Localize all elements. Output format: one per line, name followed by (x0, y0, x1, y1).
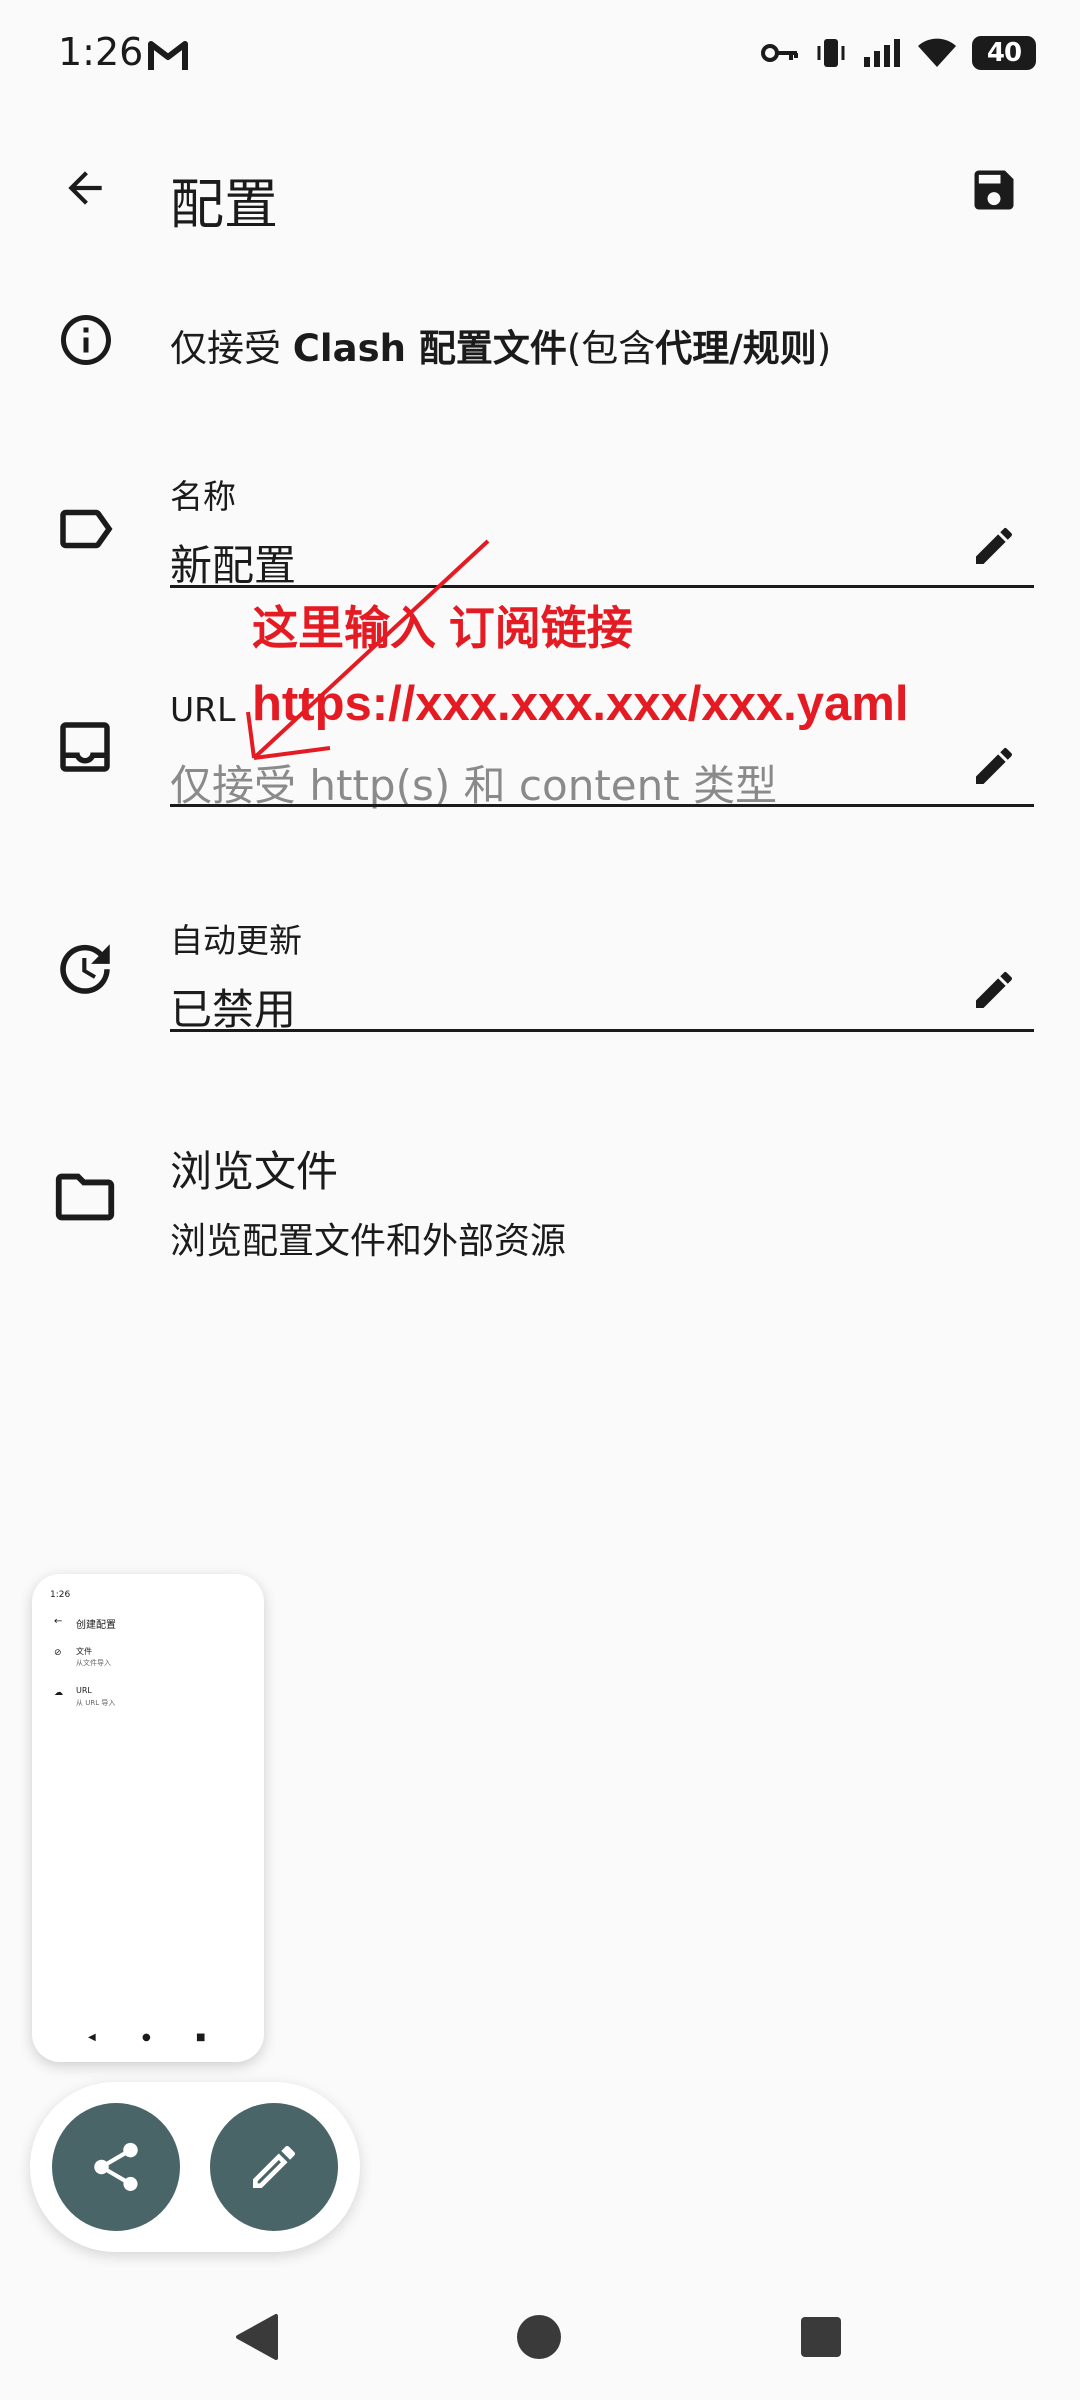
auto-update-underline (170, 1029, 1034, 1032)
nav-recents-button[interactable] (800, 2316, 842, 2358)
annotation-arrow (0, 0, 1080, 900)
thumb-item-file: 文件 (76, 1647, 92, 1656)
update-clock-icon (52, 936, 118, 1002)
thumb-item-file-sub: 从文件导入 (76, 1659, 111, 1667)
screenshot-thumbnail[interactable]: 1:26 ← 创建配置 ⊘ 文件 从文件导入 ☁ URL 从 URL 导入 ◀ … (32, 1574, 264, 2062)
thumb-item-url-sub: 从 URL 导入 (76, 1699, 116, 1707)
nav-home-button[interactable] (516, 2314, 562, 2360)
thumb-attach-icon: ⊘ (54, 1648, 62, 1658)
browse-files-title: 浏览文件 (170, 1147, 339, 1196)
nav-recents-icon (801, 2317, 841, 2357)
nav-back-icon (236, 2314, 278, 2360)
auto-update-input[interactable]: 已禁用 (170, 976, 296, 1037)
thumb-nav-recents-icon: ■ (196, 2032, 206, 2043)
share-icon (94, 2142, 138, 2191)
share-button[interactable] (52, 2103, 180, 2231)
thumb-nav-back-icon: ◀ (88, 2032, 96, 2043)
folder-icon (50, 1162, 120, 1232)
pencil-icon (253, 2146, 296, 2188)
edit-icon (976, 971, 1013, 1008)
auto-update-label: 自动更新 (170, 921, 302, 960)
thumb-time: 1:26 (50, 1590, 71, 1600)
nav-back-button[interactable] (232, 2312, 282, 2362)
thumb-cloud-icon: ☁ (54, 1688, 63, 1698)
thumb-item-url: URL (76, 1686, 92, 1695)
screenshot-actions (30, 2082, 360, 2252)
edit-auto-update-button[interactable] (970, 966, 1018, 1014)
thumb-nav-home-icon: ● (142, 2032, 151, 2043)
browse-files-subtitle: 浏览配置文件和外部资源 (170, 1221, 567, 1262)
browse-files-row[interactable]: 浏览文件 浏览配置文件和外部资源 (0, 1120, 1080, 1270)
edit-screenshot-button[interactable] (210, 2103, 338, 2231)
thumb-back-icon: ← (54, 1616, 63, 1627)
thumb-title: 创建配置 (76, 1620, 116, 1631)
nav-home-icon (517, 2315, 561, 2359)
